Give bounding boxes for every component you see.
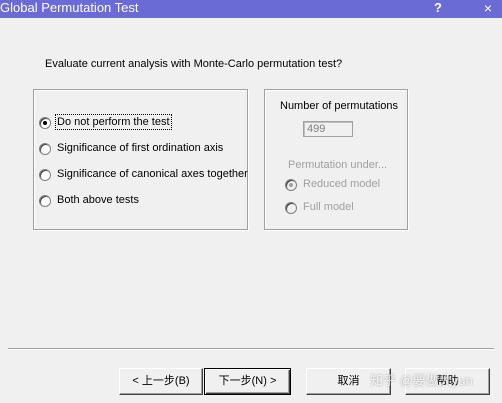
title-bar[interactable]: Global Permutation Test ? × xyxy=(0,0,502,18)
radio-label: Reduced model xyxy=(303,178,381,190)
cancel-button[interactable]: 取消 xyxy=(306,368,391,395)
prompt-text: Evaluate current analysis with Monte-Car… xyxy=(45,58,343,70)
permutation-under-label: Permutation under... xyxy=(288,159,388,171)
radio-button[interactable] xyxy=(39,117,51,129)
radio-button[interactable] xyxy=(285,179,297,191)
back-button[interactable]: < 上一步(B) xyxy=(119,368,203,395)
radio-label[interactable]: Both above tests xyxy=(57,194,139,206)
separator xyxy=(8,348,494,350)
radio-label[interactable]: Significance of first ordination axis xyxy=(57,142,223,154)
help-button[interactable]: 帮助 xyxy=(405,368,490,395)
radio-label: Full model xyxy=(303,201,354,213)
radio-button[interactable] xyxy=(39,169,51,181)
permutations-label: Number of permutations xyxy=(280,100,398,112)
next-button[interactable]: 下一步(N) > xyxy=(204,368,291,395)
close-icon[interactable]: × xyxy=(478,0,498,17)
radio-label[interactable]: Do not perform the test xyxy=(55,114,172,130)
radio-label[interactable]: Significance of canonical axes together xyxy=(57,168,248,180)
permutations-input[interactable] xyxy=(303,121,353,137)
help-icon[interactable]: ? xyxy=(428,0,448,17)
radio-button[interactable] xyxy=(39,143,51,155)
window-title: Global Permutation Test xyxy=(0,0,139,15)
test-options-group xyxy=(33,89,248,230)
radio-button[interactable] xyxy=(39,195,51,207)
radio-button[interactable] xyxy=(285,202,297,214)
